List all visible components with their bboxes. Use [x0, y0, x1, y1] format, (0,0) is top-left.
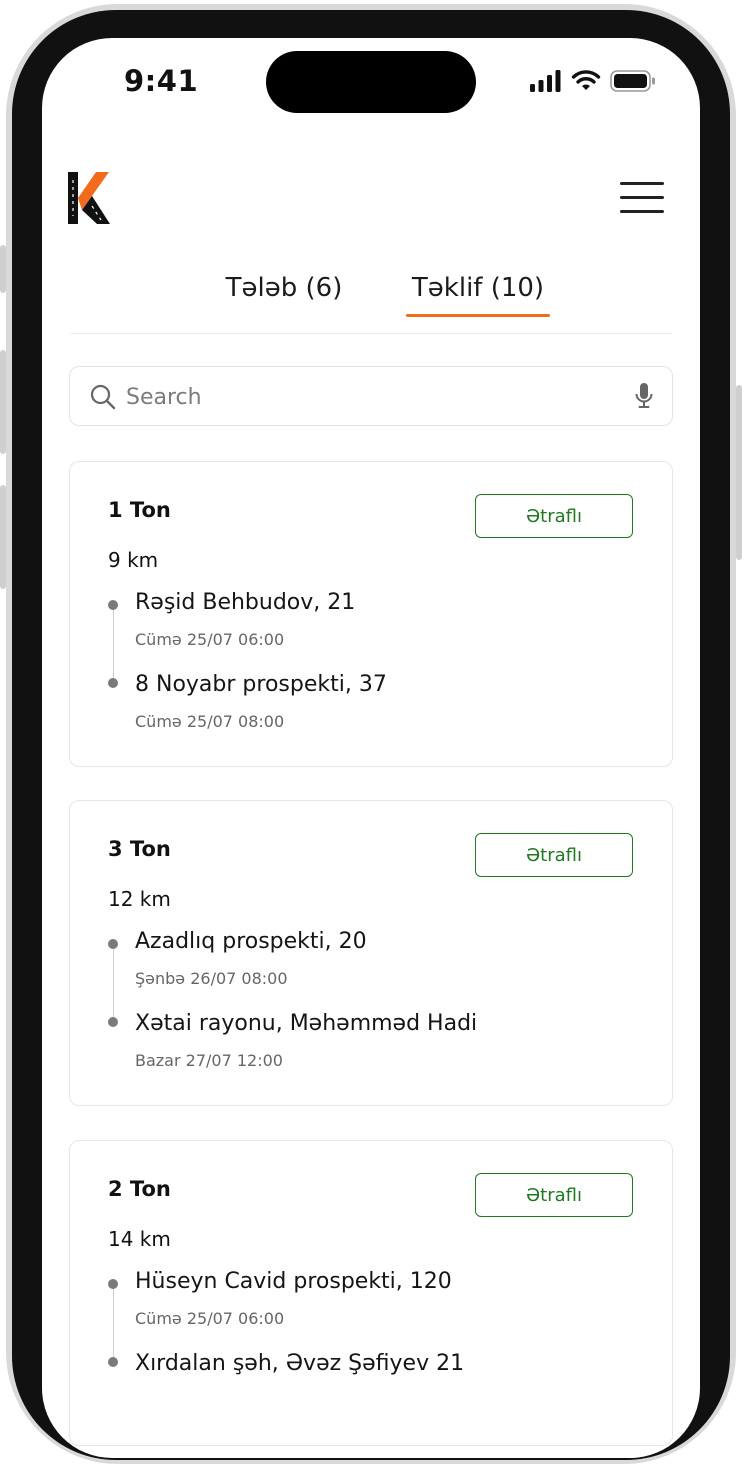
origin-time: Cümə 25/07 06:00 [135, 1309, 285, 1328]
details-button[interactable]: Ətraflı [475, 494, 633, 538]
search-input[interactable] [124, 377, 608, 417]
origin-address: Rəşid Behbudov, 21 [135, 590, 356, 615]
cargo-weight: 2 Ton [108, 1177, 171, 1201]
destination-time: Bazar 27/07 12:00 [135, 1051, 283, 1070]
signal-icon [530, 70, 561, 92]
destination-dot [108, 1017, 118, 1027]
destination-address: 8 Noyabr prospekti, 37 [135, 672, 387, 697]
route-connector [113, 945, 114, 1025]
cargo-weight: 3 Ton [108, 837, 171, 861]
destination-address: Xətai rayonu, Məhəmməd Hadi [135, 1011, 478, 1036]
route-connector [113, 1285, 114, 1365]
details-button[interactable]: Ətraflı [475, 1173, 633, 1217]
route-distance: 14 km [108, 1227, 171, 1251]
origin-dot [108, 939, 118, 949]
active-tab-indicator [406, 314, 550, 317]
tab-bar: Tələb (6) Təklif (10) [70, 268, 672, 334]
origin-time: Şənbə 26/07 08:00 [135, 969, 288, 988]
hamburger-menu-icon[interactable] [620, 182, 664, 214]
app-logo [68, 172, 110, 224]
battery-icon [610, 70, 655, 92]
route-distance: 9 km [108, 548, 159, 572]
origin-address: Azadlıq prospekti, 20 [135, 929, 367, 954]
route-connector [113, 606, 114, 686]
search-icon [90, 384, 116, 410]
destination-dot [108, 1357, 118, 1367]
wifi-icon [571, 70, 601, 90]
phone-side-button [736, 385, 742, 560]
search-bar [69, 366, 673, 426]
origin-dot [108, 600, 118, 610]
cargo-weight: 1 Ton [108, 498, 171, 522]
destination-dot [108, 678, 118, 688]
origin-dot [108, 1279, 118, 1289]
details-button[interactable]: Ətraflı [475, 833, 633, 877]
microphone-icon[interactable] [634, 382, 654, 410]
phone-side-button [0, 350, 6, 454]
route-distance: 12 km [108, 887, 171, 911]
destination-time: Cümə 25/07 08:00 [135, 712, 285, 731]
offer-card: 3 Ton Ətraflı 12 km Azadlıq prospekti, 2… [69, 800, 673, 1106]
dynamic-island [266, 51, 476, 113]
tab-teklif[interactable]: Təklif (10) [406, 268, 550, 316]
origin-address: Hüseyn Cavid prospekti, 120 [135, 1269, 452, 1294]
destination-address: Xırdalan şəh, Əvəz Şəfiyev 21 [135, 1351, 465, 1376]
tab-telab[interactable]: Tələb (6) [216, 268, 352, 316]
app-screen: 9:41 Tələb (6) Təklif (10) Search 1 Ton … [42, 38, 700, 1458]
offer-card: 1 Ton Ətraflı 9 km Rəşid Behbudov, 21 Cü… [69, 461, 673, 767]
origin-time: Cümə 25/07 06:00 [135, 630, 285, 649]
status-icons [530, 70, 656, 92]
offer-card: 2 Ton Ətraflı 14 km Hüseyn Cavid prospek… [69, 1140, 673, 1446]
status-time: 9:41 [124, 64, 199, 98]
phone-side-button [0, 245, 6, 293]
phone-side-button [0, 485, 6, 589]
